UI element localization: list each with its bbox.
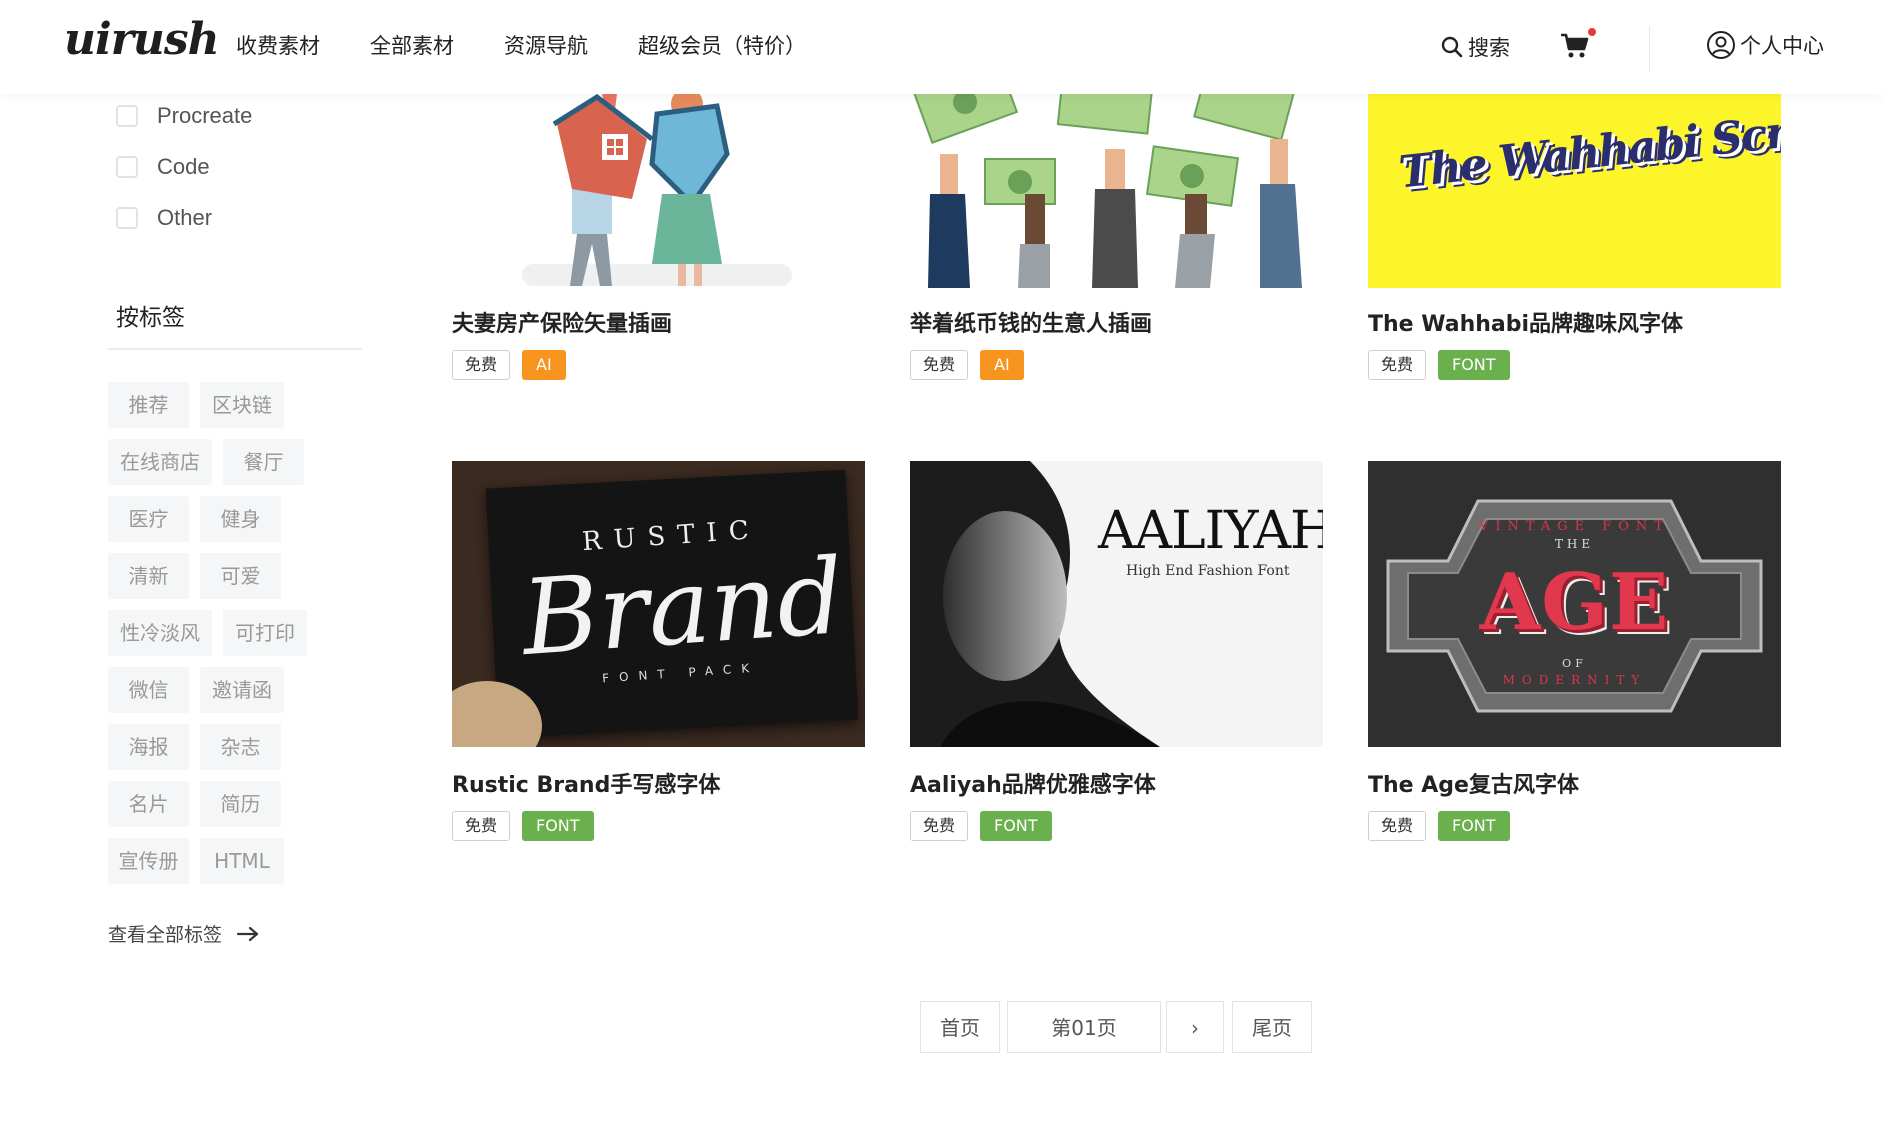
first-page-button[interactable]: 首页 (920, 1001, 1000, 1053)
cart-button[interactable] (1560, 32, 1590, 64)
view-all-tags-label: 查看全部标签 (108, 924, 223, 946)
tags-divider (108, 348, 362, 350)
price-badge: 免费 (1368, 811, 1427, 841)
current-page-indicator[interactable]: 第01页 (1007, 1001, 1161, 1053)
aaliyah-title-text: AALIYAH (1098, 501, 1323, 561)
card-thumbnail[interactable]: The Wahhabi Script (1368, 94, 1781, 288)
tag-online-store[interactable]: 在线商店 (108, 439, 212, 485)
tag-resume[interactable]: 简历 (200, 781, 281, 827)
card-thumbnail[interactable]: RUSTIC Brand FONT PACK (452, 461, 865, 747)
user-icon (1707, 31, 1735, 59)
card-title[interactable]: Aaliyah品牌优雅感字体 (910, 767, 1156, 799)
main-nav: 收费素材 全部素材 资源导航 超级会员（特价） (236, 30, 856, 60)
tag-business-card[interactable]: 名片 (108, 781, 189, 827)
the-text: THE (1554, 537, 1595, 551)
tag-restaurant[interactable]: 餐厅 (223, 439, 304, 485)
couple-insurance-illustration (522, 94, 792, 286)
nav-super-member[interactable]: 超级会员（特价） (638, 30, 806, 60)
type-badge: AI (522, 350, 566, 380)
tag-poster[interactable]: 海报 (108, 724, 189, 770)
tag-printable[interactable]: 可打印 (223, 610, 307, 656)
checkbox[interactable] (116, 156, 138, 178)
type-badge: FONT (980, 811, 1052, 841)
type-badge: FONT (522, 811, 594, 841)
tag-minimal[interactable]: 性冷淡风 (108, 610, 212, 656)
card-thumbnail[interactable]: AALIYAH High End Fashion Font (910, 461, 1323, 747)
last-page-button[interactable]: 尾页 (1232, 1001, 1312, 1053)
of-text: OF (1562, 657, 1587, 670)
filter-procreate[interactable]: Procreate (116, 103, 252, 129)
header-divider (1649, 26, 1650, 72)
tag-fresh[interactable]: 清新 (108, 553, 189, 599)
search-label: 搜索 (1468, 36, 1510, 60)
price-badge: 免费 (1368, 350, 1427, 380)
tag-invitation[interactable]: 邀请函 (200, 667, 284, 713)
nav-all-assets[interactable]: 全部素材 (370, 30, 454, 60)
price-badge: 免费 (452, 811, 511, 841)
nav-resource-directory[interactable]: 资源导航 (504, 30, 588, 60)
user-center-button[interactable]: 个人中心 (1706, 30, 1824, 60)
next-page-button[interactable]: › (1166, 1001, 1224, 1053)
tag-magazine[interactable]: 杂志 (200, 724, 281, 770)
filter-label: Procreate (157, 103, 253, 128)
cart-icon (1561, 33, 1589, 58)
price-badge: 免费 (910, 350, 969, 380)
filter-label: Other (157, 205, 213, 230)
tag-fitness[interactable]: 健身 (200, 496, 281, 542)
search-button[interactable]: 搜索 (1440, 32, 1510, 62)
modernity-text: MODERNITY (1502, 673, 1647, 687)
card-thumbnail[interactable]: VINTAGE FONT THE AGE OF MODERNITY (1368, 461, 1781, 747)
card-title[interactable]: 举着纸币钱的生意人插画 (910, 306, 1152, 338)
type-badge: FONT (1438, 811, 1510, 841)
price-badge: 免费 (910, 811, 969, 841)
brand-script-text: Brand (518, 534, 848, 680)
tag-blockchain[interactable]: 区块链 (200, 382, 284, 428)
type-badge: FONT (1438, 350, 1510, 380)
tag-html[interactable]: HTML (200, 838, 284, 884)
age-title-text: AGE (1479, 557, 1670, 648)
top-header: uirush 收费素材 全部素材 资源导航 超级会员（特价） 搜索 个人中心 (0, 0, 1884, 94)
card-title[interactable]: 夫妻房产保险矢量插画 (452, 306, 672, 338)
wahhabi-script-artwork: The Wahhabi Script (1396, 100, 1781, 199)
view-all-tags-link[interactable]: 查看全部标签 (108, 920, 260, 947)
filter-code[interactable]: Code (116, 154, 210, 180)
tag-cute[interactable]: 可爱 (200, 553, 281, 599)
tag-wechat[interactable]: 微信 (108, 667, 189, 713)
cart-notification-dot (1588, 28, 1596, 36)
tag-brochure[interactable]: 宣传册 (108, 838, 189, 884)
card-title[interactable]: The Wahhabi品牌趣味风字体 (1368, 306, 1683, 338)
card-title[interactable]: Rustic Brand手写感字体 (452, 767, 720, 799)
filter-other[interactable]: Other (116, 205, 212, 231)
search-icon (1441, 36, 1463, 58)
tag-recommended[interactable]: 推荐 (108, 382, 189, 428)
price-badge: 免费 (452, 350, 511, 380)
card-thumbnail[interactable] (452, 94, 865, 288)
site-logo[interactable]: uirush (64, 14, 220, 65)
tag-medical[interactable]: 医疗 (108, 496, 189, 542)
checkbox[interactable] (116, 105, 138, 127)
filter-label: Code (157, 154, 210, 179)
type-badge: AI (980, 350, 1024, 380)
nav-paid-assets[interactable]: 收费素材 (236, 30, 320, 60)
money-hands-illustration (912, 94, 1302, 288)
checkbox[interactable] (116, 207, 138, 229)
tags-heading: 按标签 (116, 305, 185, 331)
user-center-label: 个人中心 (1740, 34, 1824, 58)
arrow-right-icon (236, 926, 259, 941)
vintage-font-text: VINTAGE FONT (1479, 519, 1670, 534)
aaliyah-subtitle-text: High End Fashion Font (1126, 563, 1290, 579)
card-thumbnail[interactable] (910, 94, 1323, 288)
card-title[interactable]: The Age复古风字体 (1368, 767, 1579, 799)
